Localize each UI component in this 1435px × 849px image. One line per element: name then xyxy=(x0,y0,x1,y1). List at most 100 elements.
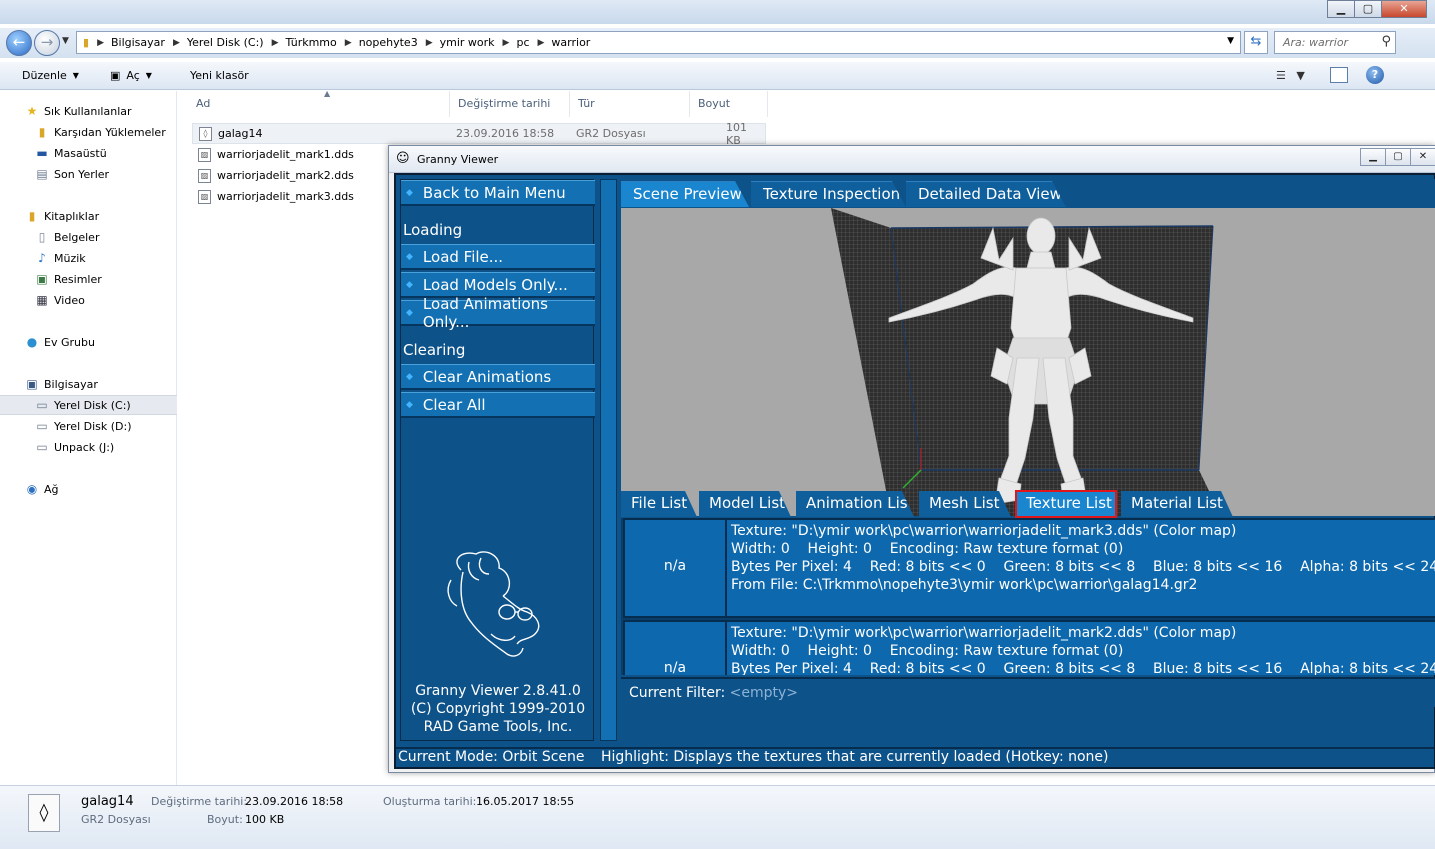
nav-documents[interactable]: ▯ Belgeler xyxy=(0,227,177,247)
load-file-button[interactable]: ◆ Load File... xyxy=(401,244,595,270)
video-icon: ▦ xyxy=(36,293,48,307)
crumb-turkmmo[interactable]: ▶ Türkmmo xyxy=(272,36,337,49)
drive-icon: ▭ xyxy=(36,419,48,433)
texture-list[interactable]: n/a Texture: "D:\ymir work\pc\warrior\wa… xyxy=(621,518,1435,675)
texture-row[interactable]: n/a Texture: "D:\ymir work\pc\warrior\wa… xyxy=(623,518,1435,618)
scene-viewport[interactable] xyxy=(621,208,1435,516)
dds-image-icon: ▨ xyxy=(198,147,211,162)
clear-animations-button[interactable]: ◆ Clear Animations xyxy=(401,364,595,390)
tab-mesh-list[interactable]: Mesh List xyxy=(919,491,1011,517)
nav-downloads[interactable]: ▮ Karşıdan Yüklemeler xyxy=(0,122,177,142)
nav-homegroup[interactable]: ● Ev Grubu xyxy=(0,332,177,352)
column-header-size[interactable]: Boyut xyxy=(690,91,768,117)
nav-music[interactable]: ♪ Müzik xyxy=(0,248,177,268)
nav-recent-places[interactable]: ▤ Son Yerler xyxy=(0,164,177,184)
downloads-folder-icon: ▮ xyxy=(38,125,46,139)
tab-texture-list[interactable]: Texture List xyxy=(1015,490,1117,518)
libraries-icon: ▮ xyxy=(28,209,36,223)
diamond-icon: ◆ xyxy=(406,399,413,410)
new-folder-button[interactable]: Yeni klasör xyxy=(190,69,249,82)
tab-animation-list[interactable]: Animation List xyxy=(796,491,914,517)
preview-pane-button[interactable] xyxy=(1330,67,1348,83)
gr2-file-icon: ◊ xyxy=(199,126,212,141)
tab-scene-preview[interactable]: Scene Preview xyxy=(621,181,749,207)
forward-button[interactable]: → xyxy=(34,30,60,56)
texture-info: Texture: "D:\ymir work\pc\warrior\warrio… xyxy=(731,625,1435,675)
back-to-main-menu-button[interactable]: ◆ Back to Main Menu xyxy=(401,180,595,206)
help-button[interactable]: ? xyxy=(1366,66,1384,84)
close-button[interactable]: ✕ xyxy=(1381,0,1427,18)
crumb-nopehyte3[interactable]: ▶ nopehyte3 xyxy=(345,36,418,49)
crumb-warrior[interactable]: ▶ warrior xyxy=(538,36,591,49)
network-icon: ◉ xyxy=(26,482,38,496)
granny-copyright: (C) Copyright 1999-2010 xyxy=(410,701,586,717)
nav-libraries[interactable]: ▮ Kitaplıklar xyxy=(0,206,177,226)
granny-close-button[interactable]: ✕ xyxy=(1410,148,1435,166)
panel-splitter[interactable] xyxy=(600,179,617,741)
granny-window-controls: ▁ ▢ ✕ xyxy=(1360,148,1435,166)
nav-drive-j[interactable]: ▭ Unpack (J:) xyxy=(0,437,177,457)
folder-icon: ▮ xyxy=(83,36,90,49)
granny-side-menu: ◆ Back to Main Menu Loading ◆ Load File...… xyxy=(400,179,595,741)
nav-drive-d[interactable]: ▭ Yerel Disk (D:) xyxy=(0,416,177,436)
gr2-file-icon: ◊ xyxy=(28,794,60,832)
tab-detailed-data-view[interactable]: Detailed Data View xyxy=(906,181,1066,207)
nav-network[interactable]: ◉ Ağ xyxy=(0,479,177,499)
loading-header: Loading xyxy=(403,221,463,239)
crumb-computer[interactable]: ▶ Bilgisayar xyxy=(97,36,165,49)
column-header-type[interactable]: Tür xyxy=(570,91,690,117)
column-header-date[interactable]: Değiştirme tarihi xyxy=(450,91,570,117)
organize-button[interactable]: Düzenle ▼ xyxy=(22,69,79,82)
tab-model-list[interactable]: Model List xyxy=(699,491,791,517)
change-view-button[interactable]: ☰ ▼ xyxy=(1276,69,1305,82)
texture-id: n/a xyxy=(625,622,727,675)
drive-icon: ▭ xyxy=(36,398,48,412)
tab-material-list[interactable]: Material List xyxy=(1121,491,1233,517)
nav-desktop[interactable]: ▬ Masaüstü xyxy=(0,143,177,163)
homegroup-icon: ● xyxy=(26,335,38,349)
granny-client-area: ◆ Back to Main Menu Loading ◆ Load File...… xyxy=(394,173,1435,769)
nav-favorites[interactable]: ★ Sık Kullanılanlar xyxy=(0,101,177,121)
search-icon[interactable]: ⚲ xyxy=(1381,34,1391,49)
current-filter[interactable]: Current Filter: <empty> xyxy=(621,677,1435,707)
granny-maximize-button[interactable]: ▢ xyxy=(1385,148,1411,166)
address-dropdown-icon[interactable]: ▼ xyxy=(1227,36,1234,46)
documents-icon: ▯ xyxy=(38,230,46,244)
column-header-name[interactable]: ▲ Ad xyxy=(188,89,450,117)
filter-value: <empty> xyxy=(729,685,799,701)
nav-computer[interactable]: ▣ Bilgisayar xyxy=(0,374,177,394)
minimize-button[interactable]: ▁ xyxy=(1327,0,1355,18)
open-button[interactable]: ▣ Aç ▼ xyxy=(110,69,152,82)
tab-texture-inspection[interactable]: Texture Inspection xyxy=(751,181,906,207)
file-row[interactable]: ◊ galag14 23.09.2016 18:58 GR2 Dosyası 1… xyxy=(192,121,766,147)
command-bar: Düzenle ▼ ▣ Aç ▼ Yeni klasör ☰ ▼ ? xyxy=(0,62,1435,90)
dds-image-icon: ▨ xyxy=(198,168,211,183)
load-animations-button[interactable]: ◆ Load Animations Only... xyxy=(401,295,595,331)
tab-file-list[interactable]: File List xyxy=(621,491,697,517)
view-tabs: Scene Preview Texture Inspection Detaile… xyxy=(621,179,1435,208)
open-icon: ▣ xyxy=(110,69,121,82)
nav-pictures[interactable]: ▣ Resimler xyxy=(0,269,177,289)
recent-pages-dropdown[interactable]: ▼ xyxy=(62,36,69,46)
maximize-button[interactable]: ▢ xyxy=(1354,0,1382,18)
details-pane: ◊ galag14 GR2 Dosyası Değiştirme tarihi:… xyxy=(0,785,1435,849)
status-mode: Current Mode: Orbit Scene xyxy=(398,749,585,765)
computer-icon: ▣ xyxy=(26,377,38,391)
address-bar[interactable]: ▮ ▶ Bilgisayar ▶ Yerel Disk (C:) ▶ Türkmmo … xyxy=(76,31,1241,54)
crumb-c-drive[interactable]: ▶ Yerel Disk (C:) xyxy=(173,36,264,49)
crumb-pc[interactable]: ▶ pc xyxy=(503,36,530,49)
diamond-icon: ◆ xyxy=(406,187,413,198)
granny-minimize-button[interactable]: ▁ xyxy=(1360,148,1386,166)
crumb-ymir-work[interactable]: ▶ ymir work xyxy=(426,36,495,49)
search-input[interactable]: Ara: warrior ⚲ xyxy=(1274,31,1396,54)
refresh-button[interactable]: ⇆ xyxy=(1244,31,1268,54)
nav-drive-c[interactable]: ▭ Yerel Disk (C:) xyxy=(0,395,177,415)
details-created-label: Oluşturma tarihi: xyxy=(383,795,477,808)
music-icon: ♪ xyxy=(38,251,46,265)
filter-label: Current Filter: xyxy=(629,685,726,701)
texture-row[interactable]: n/a Texture: "D:\ymir work\pc\warrior\wa… xyxy=(623,620,1435,675)
nav-video[interactable]: ▦ Video xyxy=(0,290,177,310)
diamond-icon: ◆ xyxy=(406,371,413,382)
clear-all-button[interactable]: ◆ Clear All xyxy=(401,392,595,418)
back-button[interactable]: ← xyxy=(6,30,32,56)
